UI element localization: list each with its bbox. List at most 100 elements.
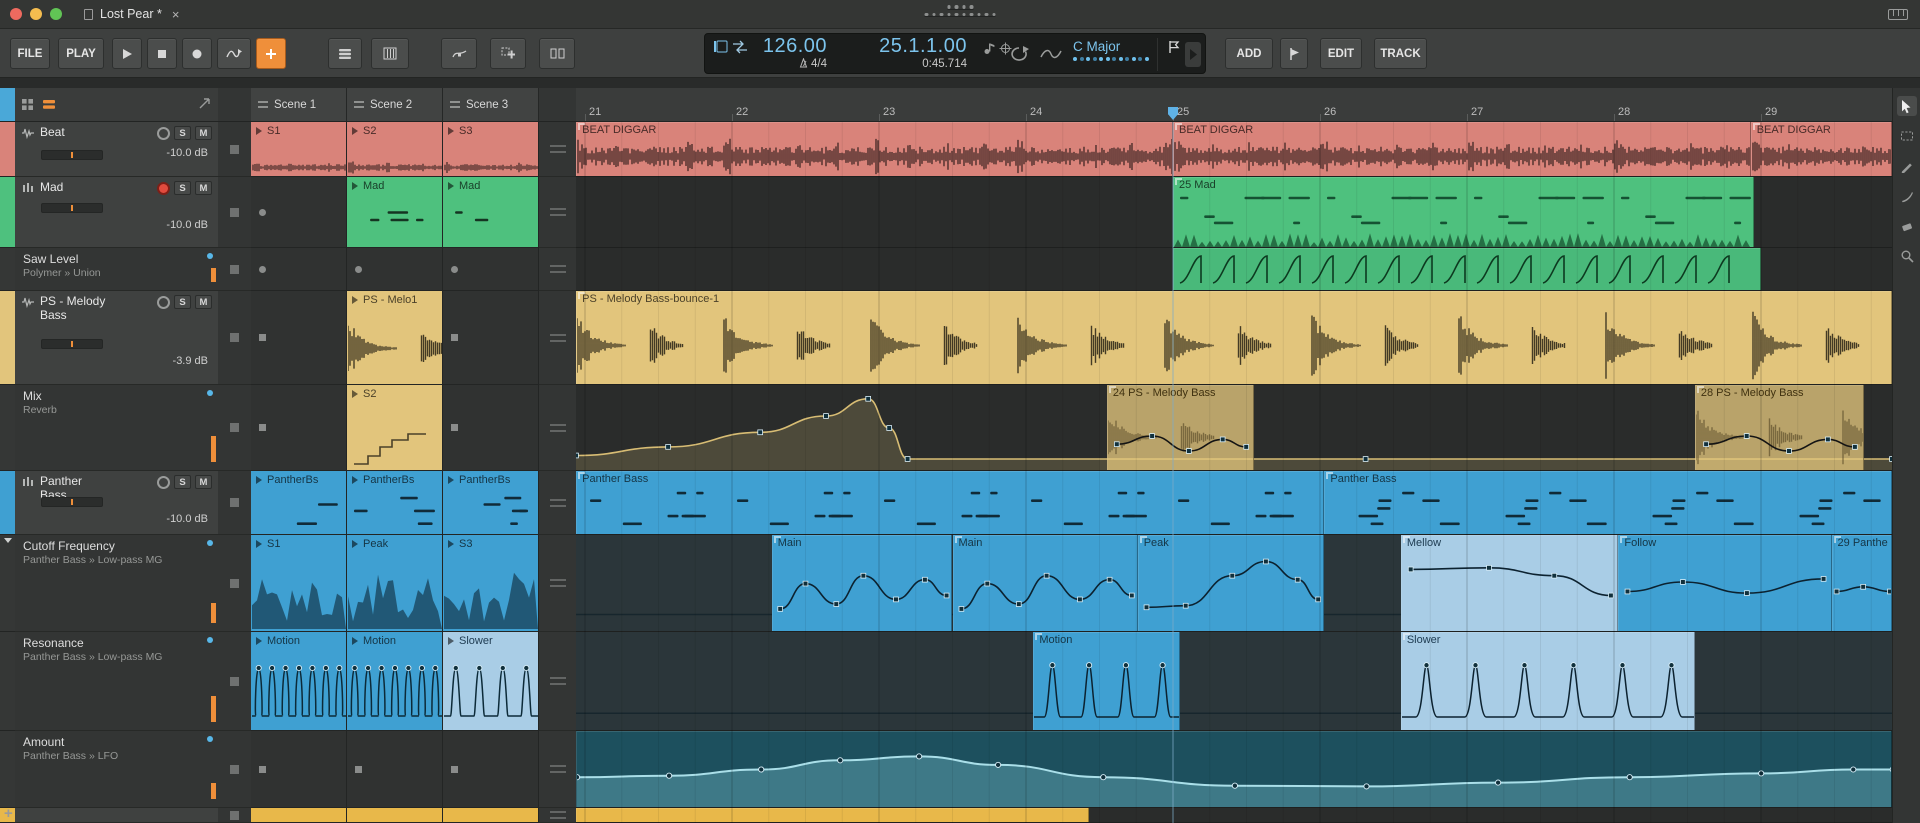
solo-button[interactable]: S [174, 475, 191, 489]
pointer-flag-button[interactable] [1280, 38, 1308, 69]
scene-header-1[interactable]: Scene 1 [251, 88, 347, 122]
pencil-tool[interactable] [1897, 156, 1917, 176]
clip-slot[interactable]: Mad [347, 177, 443, 247]
dual-split-view-button[interactable] [539, 38, 575, 69]
arranger-clip[interactable]: Mellow [1401, 535, 1619, 632]
empty-clip-slot[interactable] [251, 291, 347, 384]
mute-button[interactable]: M [195, 126, 212, 140]
volume-fader[interactable] [41, 497, 103, 507]
track-stop-button[interactable] [230, 333, 239, 342]
track-header-bottom[interactable] [15, 808, 218, 823]
track-button[interactable]: TRACK [1374, 38, 1427, 69]
arranger-clip[interactable]: Panther Bass [1324, 471, 1892, 535]
time-signature[interactable]: 4/4 [745, 58, 827, 70]
clip-slot[interactable]: PantherBs [443, 471, 539, 534]
overdub-toggle-button[interactable] [256, 38, 286, 69]
track-stop-button[interactable] [230, 765, 239, 774]
empty-clip-slot[interactable] [251, 248, 347, 290]
arranger-clip[interactable]: BEAT DIGGAR [1173, 122, 1751, 177]
clip-slot[interactable]: S1 [251, 535, 347, 631]
arranger-lane-bottom[interactable] [576, 808, 1892, 823]
arranger-clip[interactable]: PS - Melody Bass-bounce-1 [576, 291, 1892, 385]
clip-slot[interactable]: S2 [347, 385, 443, 470]
track-stop-button[interactable] [230, 208, 239, 217]
mute-button[interactable]: M [195, 295, 212, 309]
record-arm-button[interactable] [157, 296, 170, 309]
track-resize-handle[interactable] [550, 145, 566, 153]
arranger-lane-saw[interactable] [576, 248, 1892, 291]
volume-fader[interactable] [41, 150, 103, 160]
arranger-clip[interactable]: 25 Mad [1173, 177, 1754, 248]
volume-value[interactable]: -10.0 dB [166, 147, 208, 159]
minimize-window-button[interactable] [30, 8, 42, 20]
arranger-clip[interactable]: Motion [1033, 632, 1180, 731]
track-stop-button[interactable] [230, 498, 239, 507]
grid-view-icon[interactable] [21, 98, 34, 111]
empty-clip-slot[interactable] [443, 291, 539, 384]
play-button[interactable] [112, 38, 142, 69]
maximize-window-button[interactable] [50, 8, 62, 20]
volume-fader[interactable] [41, 203, 103, 213]
close-project-icon[interactable]: × [172, 7, 180, 22]
arranger-clip[interactable]: Main [953, 535, 1138, 632]
collapse-chevron-icon[interactable] [4, 538, 12, 543]
arranger-clip[interactable] [1173, 248, 1761, 291]
arranger-clip[interactable]: Panther Bass [576, 471, 1324, 535]
zoom-tool[interactable] [1897, 246, 1917, 266]
automation-value-meter[interactable] [211, 436, 216, 462]
track-resize-handle[interactable] [550, 579, 566, 587]
add-content-button[interactable] [490, 38, 526, 69]
swing-icon[interactable] [1040, 48, 1062, 87]
track-resize-handle[interactable] [550, 499, 566, 507]
empty-clip-slot[interactable] [443, 248, 539, 290]
volume-fader[interactable] [41, 339, 103, 349]
add-button[interactable]: ADD [1225, 38, 1273, 69]
solo-button[interactable]: S [174, 181, 191, 195]
clip-slot[interactable]: Mad [443, 177, 539, 247]
clip-slot[interactable]: S1 [251, 122, 347, 176]
arranger-lane-amount[interactable] [576, 731, 1892, 808]
launch-quantize-icon[interactable] [983, 42, 996, 55]
clip-slot[interactable] [347, 808, 443, 822]
scene-header-3[interactable]: Scene 3 [443, 88, 539, 122]
empty-clip-slot[interactable] [347, 248, 443, 290]
track-stop-button[interactable] [230, 677, 239, 686]
arranger-lane-ps[interactable]: PS - Melody Bass-bounce-1 [576, 291, 1892, 385]
arranger-clip[interactable]: Peak [1138, 535, 1325, 632]
marker-flag-icon[interactable] [1167, 40, 1181, 79]
arranger-clip[interactable]: Follow [1618, 535, 1831, 632]
mute-button[interactable]: M [195, 181, 212, 195]
punch-marker-button[interactable] [1185, 42, 1201, 67]
keyboard-icon[interactable] [1888, 9, 1908, 23]
playhead-marker[interactable] [1168, 107, 1178, 120]
arranger-lane-cutoff[interactable]: MainMainPeakMellowFollow29 Panthe [576, 535, 1892, 632]
clip-slot[interactable]: S3 [443, 122, 539, 176]
automation-editor-button[interactable] [441, 38, 477, 69]
record-arm-button[interactable] [157, 182, 170, 195]
record-arm-button[interactable] [157, 476, 170, 489]
track-header-mix[interactable]: MixReverb [15, 385, 218, 471]
song-time[interactable]: 0:45.714 [845, 58, 967, 70]
track-resize-handle[interactable] [550, 677, 566, 685]
arranger-lane-panther[interactable]: Panther BassPanther Bass [576, 471, 1892, 535]
clip-slot[interactable]: S3 [443, 535, 539, 631]
arranger-clip[interactable]: BEAT DIGGAR [1751, 122, 1892, 177]
loop-icon[interactable] [1008, 45, 1030, 84]
knife-tool[interactable] [1897, 186, 1917, 206]
track-resize-handle[interactable] [550, 811, 566, 819]
track-stop-button[interactable] [230, 811, 239, 820]
volume-value[interactable]: -10.0 dB [166, 513, 208, 525]
arranger-clip[interactable] [576, 808, 1089, 823]
clip-slot[interactable]: PS - Melo1 [347, 291, 443, 384]
track-header-panther[interactable]: Panther BassSM-10.0 dB [15, 471, 218, 535]
track-header-mad[interactable]: MadSM-10.0 dB [15, 177, 218, 248]
volume-value[interactable]: -3.9 dB [173, 355, 208, 367]
pointer-tool[interactable] [1897, 96, 1917, 116]
play-menu-button[interactable]: PLAY [58, 38, 104, 69]
arranger-clip[interactable]: 24 PS - Melody Bass [1107, 385, 1254, 471]
track-header-beat[interactable]: BeatSM-10.0 dB [15, 122, 218, 177]
track-header-cutoff[interactable]: Cutoff FrequencyPanther Bass » Low-pass … [15, 535, 218, 632]
clip-slot[interactable]: PantherBs [251, 471, 347, 534]
project-tab[interactable]: Lost Pear * × [84, 7, 179, 22]
arranger-clip[interactable] [576, 731, 1892, 808]
